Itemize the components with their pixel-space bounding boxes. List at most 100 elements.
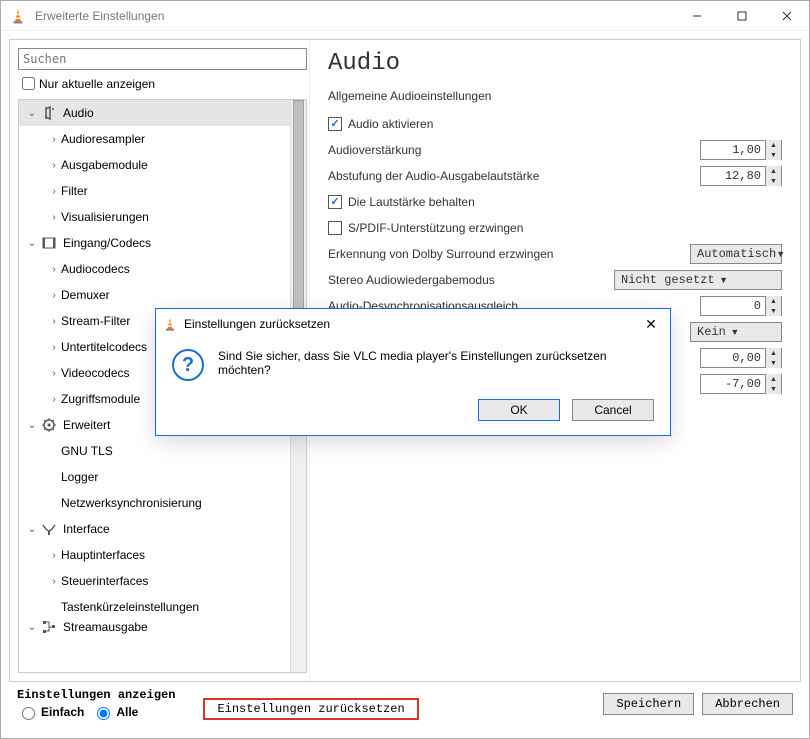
tree-item-filter[interactable]: ›Filter <box>19 178 306 204</box>
tree-item-label: Tastenkürzeleinstellungen <box>61 600 199 614</box>
audio-icon <box>39 103 59 123</box>
chevron-down-icon: ⌄ <box>25 420 39 431</box>
tree-item-steuerinterfaces[interactable]: ›Steuerinterfaces <box>19 568 306 594</box>
desync-spinner[interactable]: 0▲▼ <box>700 296 782 316</box>
chevron-down-icon: ⌄ <box>25 238 39 249</box>
reset-confirm-dialog: Einstellungen zurücksetzen ✕ ? Sind Sie … <box>155 308 671 436</box>
tree-item-label: Netzwerksynchronisierung <box>61 496 202 510</box>
gain-spinner[interactable]: 1,00▲▼ <box>700 140 782 160</box>
spdif-checkbox[interactable] <box>328 221 342 235</box>
show-current-only-row: Nur aktuelle anzeigen <box>18 74 307 93</box>
maximize-button[interactable] <box>719 1 764 31</box>
radio-simple[interactable]: Einfach <box>17 704 84 720</box>
spdif-row[interactable]: S/PDIF-Unterstützung erzwingen <box>328 221 782 235</box>
scrollbar-thumb[interactable] <box>293 100 304 320</box>
tree-item-label: Hauptinterfaces <box>61 548 145 562</box>
chevron-right-icon: › <box>47 342 61 353</box>
panel-heading: Audio <box>328 50 782 77</box>
stream-icon <box>39 620 59 634</box>
tree-item-netzwerksynchronisierung[interactable]: Netzwerksynchronisierung <box>19 490 306 516</box>
tree-item-audioresampler[interactable]: ›Audioresampler <box>19 126 306 152</box>
stereo-combo[interactable]: Nicht gesetzt▼ <box>614 270 782 290</box>
chevron-down-icon: ⌄ <box>25 524 39 535</box>
bottom-bar: Einstellungen anzeigen Einfach Alle Eins… <box>9 682 801 730</box>
tree-item-label: Demuxer <box>61 288 110 302</box>
activate-audio-checkbox[interactable] <box>328 117 342 131</box>
extra-combo[interactable]: Kein▼ <box>690 322 782 342</box>
tree-item-interface[interactable]: ⌄Interface <box>19 516 306 542</box>
chevron-right-icon: › <box>47 368 61 379</box>
tree-item-label: Audio <box>63 106 94 120</box>
question-icon: ? <box>172 349 204 381</box>
step-label: Abstufung der Audio-Ausgabelautstärke <box>328 169 700 183</box>
tree-item-audio[interactable]: ⌄ Audio <box>19 100 306 126</box>
show-settings-label: Einstellungen anzeigen <box>17 688 175 702</box>
tree-item-label: Erweitert <box>63 418 110 432</box>
tree-item-label: Audioresampler <box>61 132 145 146</box>
minimize-button[interactable] <box>674 1 719 31</box>
extra-spinner-1[interactable]: 0,00▲▼ <box>700 348 782 368</box>
tree-item-label: Visualisierungen <box>61 210 149 224</box>
tree-item-label: Videocodecs <box>61 366 130 380</box>
window-title: Erweiterte Einstellungen <box>35 9 674 23</box>
chevron-down-icon: ⌄ <box>25 108 39 119</box>
chevron-down-icon: ▼ <box>726 327 744 337</box>
chevron-right-icon: › <box>47 186 61 197</box>
dialog-ok-button[interactable]: OK <box>478 399 560 421</box>
dolby-label: Erkennung von Dolby Surround erzwingen <box>328 247 690 261</box>
tree-item-audiocodecs[interactable]: ›Audiocodecs <box>19 256 306 282</box>
tree-item-label: Eingang/Codecs <box>63 236 151 250</box>
tree-item-streamausgabe[interactable]: ⌄Streamausgabe <box>19 620 306 634</box>
step-spinner[interactable]: 12,80▲▼ <box>700 166 782 186</box>
tree-item-hauptinterfaces[interactable]: ›Hauptinterfaces <box>19 542 306 568</box>
chevron-down-icon: ⌄ <box>25 622 39 633</box>
codecs-icon <box>39 233 59 253</box>
dialog-close-button[interactable]: ✕ <box>636 316 666 333</box>
show-current-only-checkbox[interactable] <box>22 77 35 90</box>
radio-all[interactable]: Alle <box>92 704 138 720</box>
vlc-cone-icon <box>162 316 178 332</box>
interface-icon <box>39 519 59 539</box>
dolby-combo[interactable]: Automatisch▼ <box>690 244 782 264</box>
reset-settings-button[interactable]: Einstellungen zurücksetzen <box>203 698 418 720</box>
tree-item-label: Zugriffsmodule <box>61 392 140 406</box>
advanced-icon <box>39 415 59 435</box>
gain-label: Audioverstärkung <box>328 143 700 157</box>
tree-item-label: Logger <box>61 470 98 484</box>
cancel-button[interactable]: Abbrechen <box>702 693 793 715</box>
chevron-right-icon: › <box>47 160 61 171</box>
close-button[interactable] <box>764 1 809 31</box>
tree-item-label: Filter <box>61 184 88 198</box>
keep-volume-row[interactable]: Die Lautstärke behalten <box>328 195 782 209</box>
tree-item-ausgabemodule[interactable]: ›Ausgabemodule <box>19 152 306 178</box>
tree-item-label: Untertitelcodecs <box>61 340 147 354</box>
activate-audio-row[interactable]: Audio aktivieren <box>328 117 782 131</box>
chevron-right-icon: › <box>47 576 61 587</box>
dialog-message: Sind Sie sicher, dass Sie VLC media play… <box>218 349 654 377</box>
chevron-right-icon: › <box>47 134 61 145</box>
tree-item-eingang-codecs[interactable]: ⌄ Eingang/Codecs <box>19 230 306 256</box>
chevron-down-icon: ▼ <box>715 275 733 285</box>
tree-item-label: Ausgabemodule <box>61 158 148 172</box>
tree-item-demuxer[interactable]: ›Demuxer <box>19 282 306 308</box>
search-input[interactable] <box>18 48 307 70</box>
tree-item-tastenk-rzeleinstellungen[interactable]: Tastenkürzeleinstellungen <box>19 594 306 620</box>
stereo-label: Stereo Audiowiedergabemodus <box>328 273 614 287</box>
dialog-cancel-button[interactable]: Cancel <box>572 399 654 421</box>
tree-item-logger[interactable]: Logger <box>19 464 306 490</box>
tree-item-label: Steuerinterfaces <box>61 574 148 588</box>
vlc-cone-icon <box>9 7 27 25</box>
chevron-down-icon: ▼ <box>776 249 785 259</box>
chevron-right-icon: › <box>47 316 61 327</box>
section-label: Allgemeine Audioeinstellungen <box>328 89 782 103</box>
keep-volume-checkbox[interactable] <box>328 195 342 209</box>
chevron-right-icon: › <box>47 212 61 223</box>
tree-item-label: Stream-Filter <box>61 314 130 328</box>
tree-item-label: GNU TLS <box>61 444 113 458</box>
save-button[interactable]: Speichern <box>603 693 694 715</box>
tree-item-gnu-tls[interactable]: GNU TLS <box>19 438 306 464</box>
chevron-right-icon: › <box>47 550 61 561</box>
dialog-title: Einstellungen zurücksetzen <box>184 317 636 331</box>
tree-item-visualisierungen[interactable]: ›Visualisierungen <box>19 204 306 230</box>
extra-spinner-2[interactable]: -7,00▲▼ <box>700 374 782 394</box>
